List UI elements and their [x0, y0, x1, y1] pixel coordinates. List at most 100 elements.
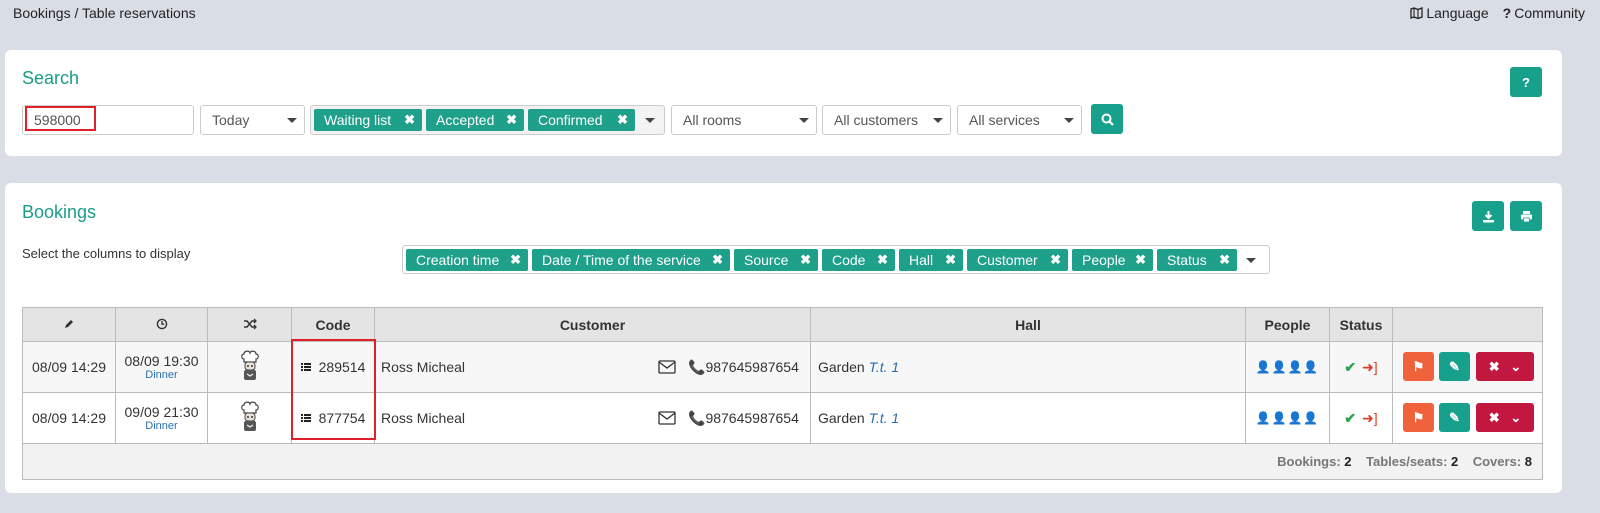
check-icon[interactable]: ✔ — [1344, 410, 1356, 426]
remove-icon[interactable]: ✖ — [1219, 252, 1230, 268]
table-link[interactable]: T.t. 1 — [869, 410, 900, 426]
customer-cell: Ross Micheal 📞987645987654 — [374, 341, 811, 393]
envelope-icon[interactable] — [658, 410, 676, 425]
remove-icon[interactable]: ✖ — [945, 252, 956, 268]
created-cell: 08/09 14:29 — [22, 392, 116, 444]
col-status[interactable]: Status — [1329, 307, 1393, 342]
sign-in-icon[interactable]: ➜] — [1362, 410, 1378, 426]
col-created[interactable] — [22, 307, 116, 342]
service-time-cell: 08/09 19:30 Dinner — [115, 341, 208, 393]
table-row[interactable]: 08/09 14:29 09/09 21:30 Dinner 877754 Ros… — [22, 392, 1543, 444]
service-link[interactable]: Dinner — [116, 420, 207, 432]
column-tag-source: Source ✖ — [734, 249, 818, 271]
col-actions — [1392, 307, 1543, 342]
customer-name[interactable]: Ross Micheal — [381, 410, 465, 426]
service-link[interactable]: Dinner — [116, 369, 207, 381]
edit-button[interactable]: ✎ — [1439, 352, 1470, 381]
column-tag-customer: Customer ✖ — [967, 249, 1068, 271]
status-tag-accepted: Accepted ✖ — [426, 109, 524, 131]
table-row[interactable]: 08/09 14:29 08/09 19:30 Dinner 289514 Ros… — [22, 341, 1543, 393]
source-cell — [207, 392, 292, 444]
print-icon — [1520, 210, 1532, 222]
top-links: Language ? Community — [1410, 5, 1585, 21]
status-multiselect[interactable]: Waiting list ✖ Accepted ✖ Confirmed ✖ — [310, 105, 665, 135]
column-tag-status: Status ✖ — [1157, 249, 1237, 271]
status-tag-confirmed: Confirmed ✖ — [528, 109, 635, 131]
column-tag-service-time: Date / Time of the service ✖ — [532, 249, 730, 271]
search-icon — [1101, 113, 1114, 126]
remove-icon[interactable]: ✖ — [800, 252, 811, 268]
flag-button[interactable]: ⚑ — [1403, 352, 1434, 381]
chef-icon — [240, 350, 259, 380]
delete-button[interactable]: ✖ ⌄ — [1476, 403, 1534, 432]
bookings-table: Code Customer Hall People Status 08/09 1… — [22, 307, 1543, 480]
col-customer[interactable]: Customer — [374, 307, 811, 342]
people-icon: 👤👤👤👤 — [1255, 411, 1320, 425]
actions-cell: ⚑ ✎ ✖ ⌄ — [1392, 341, 1543, 393]
phone-icon: 📞 — [688, 358, 706, 375]
remove-icon[interactable]: ✖ — [1050, 252, 1061, 268]
download-button[interactable] — [1472, 201, 1504, 231]
remove-icon[interactable]: ✖ — [877, 252, 888, 268]
status-cell: ✔ ➜] — [1329, 341, 1393, 393]
sign-in-icon[interactable]: ➜] — [1362, 359, 1378, 375]
remove-icon[interactable]: ✖ — [404, 112, 415, 128]
table-link[interactable]: T.t. 1 — [869, 359, 900, 375]
column-tag-hall: Hall ✖ — [899, 249, 963, 271]
remove-icon[interactable]: ✖ — [617, 112, 628, 128]
search-title: Search — [22, 68, 80, 88]
hall-cell: Garden T.t. 1 — [810, 392, 1246, 444]
people-cell: 👤👤👤👤 — [1245, 392, 1330, 444]
col-source[interactable] — [207, 307, 292, 342]
bookings-title: Bookings — [22, 202, 97, 222]
hall-cell: Garden T.t. 1 — [810, 341, 1246, 393]
search-button[interactable] — [1091, 104, 1123, 134]
column-tag-code: Code ✖ — [822, 249, 895, 271]
language-map-icon — [1410, 7, 1423, 19]
flag-button[interactable]: ⚑ — [1403, 403, 1434, 432]
customer-phone[interactable]: 📞987645987654 — [688, 410, 799, 427]
chevron-down-icon — [1246, 258, 1256, 263]
customer-phone[interactable]: 📞987645987654 — [688, 359, 799, 376]
language-link[interactable]: Language — [1410, 5, 1489, 21]
rooms-select[interactable]: All rooms — [671, 105, 817, 135]
services-select[interactable]: All services — [957, 105, 1082, 135]
date-select[interactable]: Today — [200, 105, 305, 135]
chevron-down-icon — [1064, 118, 1074, 123]
top-bar: Bookings / Table reservations Language ?… — [0, 0, 1600, 30]
clock-icon — [156, 318, 167, 329]
remove-icon[interactable]: ✖ — [510, 252, 521, 268]
edit-button[interactable]: ✎ — [1439, 403, 1470, 432]
col-service-time[interactable] — [115, 307, 208, 342]
people-cell: 👤👤👤👤 — [1245, 341, 1330, 393]
envelope-icon[interactable] — [658, 359, 676, 374]
delete-button[interactable]: ✖ ⌄ — [1476, 352, 1534, 381]
col-hall[interactable]: Hall — [810, 307, 1246, 342]
customers-select[interactable]: All customers — [822, 105, 951, 135]
search-panel: Search ? 598000 Today Waiting list ✖ Acce… — [5, 50, 1562, 156]
check-icon[interactable]: ✔ — [1344, 359, 1356, 375]
column-tag-people: People ✖ — [1072, 249, 1153, 271]
remove-icon[interactable]: ✖ — [506, 112, 517, 128]
col-people[interactable]: People — [1245, 307, 1330, 342]
remove-icon[interactable]: ✖ — [1135, 252, 1146, 268]
breadcrumb[interactable]: Bookings / Table reservations — [13, 5, 196, 21]
customer-cell: Ross Micheal 📞987645987654 — [374, 392, 811, 444]
status-tag-waiting-list: Waiting list ✖ — [314, 109, 422, 131]
customer-name[interactable]: Ross Micheal — [381, 359, 465, 375]
columns-multiselect[interactable]: Creation time ✖ Date / Time of the servic… — [402, 245, 1270, 274]
community-link[interactable]: ? Community — [1503, 5, 1585, 21]
help-button[interactable]: ? — [1510, 67, 1542, 97]
remove-icon[interactable]: ✖ — [712, 252, 723, 268]
table-footer: Bookings: 2 Tables/seats: 2 Covers: 8 — [22, 443, 1543, 480]
service-time-cell: 09/09 21:30 Dinner — [115, 392, 208, 444]
status-cell: ✔ ➜] — [1329, 392, 1393, 444]
created-cell: 08/09 14:29 — [22, 341, 116, 393]
col-code[interactable]: Code — [291, 307, 375, 342]
print-button[interactable] — [1510, 201, 1542, 231]
chef-icon — [240, 401, 259, 431]
table-header: Code Customer Hall People Status — [22, 307, 1543, 342]
pencil-icon — [65, 319, 73, 328]
column-tag-creation-time: Creation time ✖ — [406, 249, 528, 271]
bookings-panel: Bookings Select the columns to display C… — [5, 183, 1562, 493]
